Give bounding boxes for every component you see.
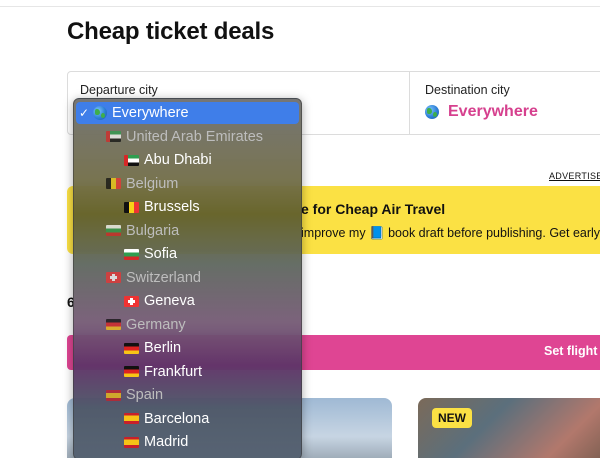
dropdown-group-label: Bulgaria bbox=[76, 220, 299, 242]
set-flight-button-label: Set flight bbox=[544, 344, 598, 358]
option-content: Everywhere bbox=[91, 105, 189, 121]
departure-city-label: Departure city bbox=[80, 83, 158, 97]
flag-ae-icon bbox=[106, 131, 121, 142]
dropdown-option[interactable]: Geneva bbox=[76, 290, 299, 312]
page-title: Cheap ticket deals bbox=[67, 18, 275, 45]
flag-be-icon bbox=[106, 178, 121, 189]
city-option-label: Frankfurt bbox=[144, 363, 203, 380]
deal-card-image[interactable] bbox=[418, 398, 600, 458]
promo-title: e for Cheap Air Travel bbox=[301, 201, 446, 217]
dropdown-group-label: Switzerland bbox=[76, 267, 299, 289]
destination-city-value: Everywhere bbox=[448, 103, 538, 120]
option-content: Geneva bbox=[91, 293, 195, 309]
option-content: Spain bbox=[91, 387, 163, 403]
dropdown-option[interactable]: Brussels bbox=[76, 196, 299, 218]
dropdown-group-label: United Arab Emirates bbox=[76, 126, 299, 148]
departure-city-dropdown[interactable]: ✓ Everywhere United Arab Emirates Abu Dhabi… bbox=[73, 98, 302, 458]
city-option-label: Abu Dhabi bbox=[144, 152, 212, 168]
dropdown-option[interactable]: Frankfurt bbox=[76, 361, 299, 383]
option-content: Madrid bbox=[91, 434, 188, 450]
dropdown-option[interactable]: Abu Dhabi bbox=[76, 149, 299, 171]
destination-city-select[interactable]: Everywhere bbox=[425, 103, 538, 121]
flag-bg-icon bbox=[106, 225, 121, 236]
dropdown-group-label: Spain bbox=[76, 384, 299, 406]
flag-be-icon bbox=[124, 201, 139, 213]
top-divider bbox=[0, 6, 600, 7]
dropdown-option[interactable]: Sofia bbox=[76, 243, 299, 265]
city-option-label: Berlin bbox=[144, 340, 182, 356]
option-content: United Arab Emirates bbox=[91, 129, 263, 145]
country-group-label: Belgium bbox=[126, 175, 179, 192]
dropdown-option[interactable]: Madrid bbox=[76, 431, 299, 453]
new-badge: NEW bbox=[432, 408, 472, 428]
option-content: Belgium bbox=[91, 176, 178, 192]
option-content: Frankfurt bbox=[91, 364, 202, 380]
country-group-label: Spain bbox=[126, 387, 164, 403]
flag-es-icon bbox=[124, 436, 139, 448]
option-content: Abu Dhabi bbox=[91, 152, 212, 168]
advertisement-label: ADVERTISEMENT bbox=[549, 171, 600, 181]
dropdown-option[interactable]: ✓ Everywhere bbox=[76, 102, 299, 124]
globe-icon bbox=[425, 105, 439, 119]
flag-cross-shape bbox=[110, 276, 117, 279]
search-divider bbox=[409, 71, 410, 135]
country-group-label: Germany bbox=[126, 316, 186, 333]
option-content: Switzerland bbox=[91, 270, 201, 286]
promo-text: improve my 📘 book draft before publishin… bbox=[301, 226, 600, 240]
option-content: Barcelona bbox=[91, 411, 209, 427]
country-group-label: Bulgaria bbox=[126, 222, 180, 239]
city-option-label: Brussels bbox=[144, 199, 200, 215]
flag-ae-icon bbox=[124, 154, 139, 166]
checkmark-icon: ✓ bbox=[79, 106, 90, 120]
city-option-label: Sofia bbox=[144, 246, 178, 262]
dropdown-group-label: Belgium bbox=[76, 173, 299, 195]
flag-de-icon bbox=[106, 319, 121, 330]
option-content: Bulgaria bbox=[91, 223, 179, 239]
city-option-label: Barcelona bbox=[144, 410, 210, 427]
flag-cross-shape bbox=[128, 299, 135, 303]
city-option-label: Everywhere bbox=[112, 105, 189, 121]
dropdown-option[interactable]: Berlin bbox=[76, 337, 299, 359]
globe-icon bbox=[93, 106, 107, 120]
flag-ch-icon bbox=[106, 272, 121, 283]
flag-de-icon bbox=[124, 366, 139, 377]
dropdown-option[interactable]: Barcelona bbox=[76, 408, 299, 430]
city-option-label: Geneva bbox=[144, 293, 195, 309]
option-content: Germany bbox=[91, 317, 186, 333]
flag-bg-icon bbox=[124, 248, 139, 260]
destination-city-label: Destination city bbox=[425, 83, 510, 97]
page: Cheap ticket deals Departure city Destin… bbox=[0, 0, 600, 458]
flag-es-icon bbox=[124, 413, 139, 424]
option-content: Berlin bbox=[91, 340, 181, 356]
flag-de-icon bbox=[124, 342, 139, 354]
country-group-label: United Arab Emirates bbox=[126, 128, 264, 145]
option-content: Sofia bbox=[91, 246, 177, 262]
flag-es-icon bbox=[106, 389, 121, 401]
dropdown-group-label: Germany bbox=[76, 314, 299, 336]
option-content: Brussels bbox=[91, 199, 200, 215]
flag-ch-icon bbox=[124, 295, 139, 307]
country-group-label: Switzerland bbox=[126, 269, 201, 286]
city-option-label: Madrid bbox=[144, 434, 189, 450]
